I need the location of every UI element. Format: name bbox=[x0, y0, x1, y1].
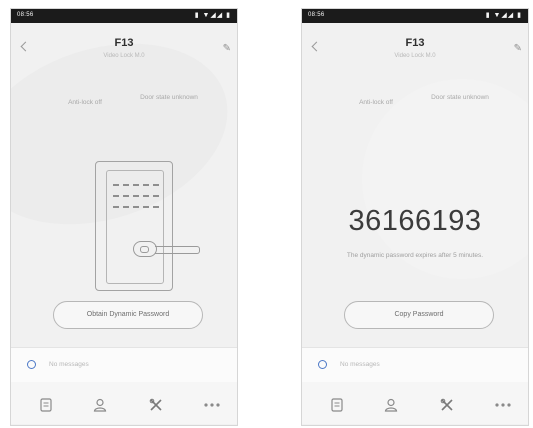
anti-lock-status: Anti-lock off bbox=[359, 99, 393, 106]
handle-lever bbox=[155, 246, 200, 254]
more-icon[interactable] bbox=[203, 398, 220, 412]
keypad-row bbox=[113, 206, 159, 210]
obtain-dynamic-password-button[interactable]: Obtain Dynamic Password bbox=[53, 301, 203, 329]
pencil-icon[interactable]: ✎ bbox=[514, 43, 522, 54]
keypad-row bbox=[113, 184, 159, 188]
device-subtitle: Video Lock M.0 bbox=[103, 53, 145, 59]
background-shape bbox=[362, 79, 528, 279]
status-bar: 08:56 ▮ ▼◢◢ ▮ bbox=[11, 9, 237, 23]
device-subtitle: Video Lock M.0 bbox=[394, 53, 436, 59]
lock-screen-after: 08:56 ▮ ▼◢◢ ▮ F13 Video Lock M.0 ✎ Anti-… bbox=[301, 8, 529, 426]
message-indicator-icon bbox=[318, 360, 327, 369]
dynamic-password-value: 36166193 bbox=[348, 205, 482, 237]
message-text: No messages bbox=[340, 361, 380, 368]
copy-password-button[interactable]: Copy Password bbox=[344, 301, 494, 329]
lock-screen-before: 08:56 ▮ ▼◢◢ ▮ F13 Video Lock M.0 ✎ Anti-… bbox=[10, 8, 238, 426]
message-indicator-icon bbox=[27, 360, 36, 369]
more-icon[interactable] bbox=[494, 398, 511, 412]
password-expiry-note: The dynamic password expires after 5 min… bbox=[346, 252, 484, 259]
pencil-icon[interactable]: ✎ bbox=[223, 43, 231, 54]
user-icon[interactable] bbox=[384, 398, 398, 412]
keypad-row bbox=[113, 195, 159, 199]
user-icon[interactable] bbox=[93, 398, 107, 412]
status-time: 08:56 bbox=[17, 12, 34, 18]
message-text: No messages bbox=[49, 361, 89, 368]
anti-lock-status: Anti-lock off bbox=[68, 99, 102, 106]
message-bar[interactable]: No messages bbox=[302, 347, 528, 383]
handle-knob bbox=[140, 246, 149, 253]
message-bar[interactable]: No messages bbox=[11, 347, 237, 383]
header: F13 Video Lock M.0 ✎ bbox=[302, 23, 528, 67]
status-icons: ▮ ▼◢◢ ▮ bbox=[485, 12, 522, 19]
settings-tools-icon[interactable] bbox=[149, 398, 163, 412]
tab-bar bbox=[11, 382, 237, 424]
device-title: F13 bbox=[114, 37, 134, 49]
status-time: 08:56 bbox=[308, 12, 325, 18]
records-icon[interactable] bbox=[330, 398, 344, 412]
tab-bar bbox=[302, 382, 528, 424]
status-icons: ▮ ▼◢◢ ▮ bbox=[194, 12, 231, 19]
door-state-status: Door state unknown bbox=[431, 94, 489, 101]
status-bar: 08:56 ▮ ▼◢◢ ▮ bbox=[302, 9, 528, 23]
settings-tools-icon[interactable] bbox=[440, 398, 454, 412]
device-title: F13 bbox=[405, 37, 425, 49]
header: F13 Video Lock M.0 ✎ bbox=[11, 23, 237, 67]
records-icon[interactable] bbox=[39, 398, 53, 412]
door-state-status: Door state unknown bbox=[140, 94, 198, 101]
